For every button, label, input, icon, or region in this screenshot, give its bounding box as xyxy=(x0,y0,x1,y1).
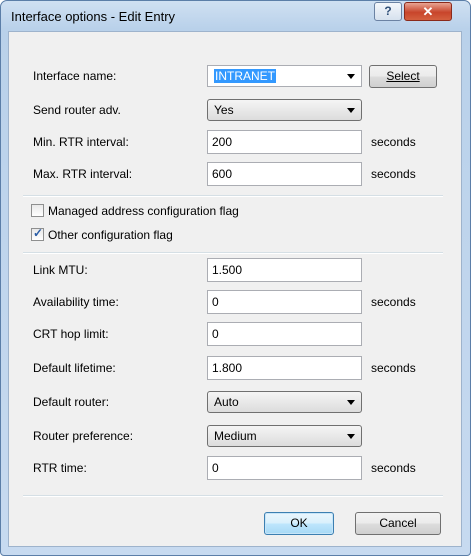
chevron-down-icon xyxy=(347,400,355,405)
send-router-adv-label: Send router adv. xyxy=(33,103,121,117)
router-preference-value: Medium xyxy=(214,429,257,443)
send-router-adv-select[interactable]: Yes xyxy=(207,99,362,121)
chevron-down-icon xyxy=(347,434,355,439)
default-router-select[interactable]: Auto xyxy=(207,391,362,413)
row-availability-time: Availability time: 0 seconds xyxy=(23,290,453,314)
ok-button[interactable]: OK xyxy=(264,512,334,535)
default-router-value: Auto xyxy=(214,395,239,409)
separator xyxy=(23,195,443,197)
router-preference-select[interactable]: Medium xyxy=(207,425,362,447)
other-flag-label: Other configuration flag xyxy=(48,228,173,242)
interface-name-label: Interface name: xyxy=(33,69,117,83)
send-router-adv-value: Yes xyxy=(214,103,234,117)
interface-name-combobox[interactable]: INTRANET xyxy=(207,65,362,87)
title-bar[interactable]: Interface options - Edit Entry ? ✕ xyxy=(1,1,470,31)
checkmark-icon: ✓ xyxy=(33,226,44,240)
max-rtr-interval-unit: seconds xyxy=(371,167,416,181)
default-lifetime-label: Default lifetime: xyxy=(33,361,116,375)
row-link-mtu: Link MTU: 1.500 xyxy=(23,258,453,282)
chevron-down-icon xyxy=(347,74,355,79)
rtr-time-label: RTR time: xyxy=(33,461,87,475)
link-mtu-input[interactable]: 1.500 xyxy=(207,258,362,282)
link-mtu-label: Link MTU: xyxy=(33,263,88,277)
help-icon: ? xyxy=(384,4,392,18)
dialog-client-area: Interface name: INTRANET Select Send rou… xyxy=(8,31,462,547)
min-rtr-interval-unit: seconds xyxy=(371,135,416,149)
separator xyxy=(23,252,443,254)
crt-hop-limit-input[interactable]: 0 xyxy=(207,322,362,346)
managed-flag-checkbox[interactable]: Managed address configuration flag xyxy=(23,202,323,220)
rtr-time-unit: seconds xyxy=(371,461,416,475)
interface-name-value: INTRANET xyxy=(214,69,276,83)
dialog-window: Interface options - Edit Entry ? ✕ Inter… xyxy=(0,0,471,556)
cancel-button[interactable]: Cancel xyxy=(355,512,441,535)
availability-time-unit: seconds xyxy=(371,295,416,309)
window-title: Interface options - Edit Entry xyxy=(11,9,176,24)
close-button[interactable]: ✕ xyxy=(404,2,452,21)
select-button[interactable]: Select xyxy=(369,65,437,88)
managed-flag-label: Managed address configuration flag xyxy=(48,204,239,218)
row-rtr-time: RTR time: 0 seconds xyxy=(23,456,453,480)
row-router-preference: Router preference: Medium xyxy=(23,424,453,448)
chevron-down-icon xyxy=(347,108,355,113)
select-button-label: Select xyxy=(386,69,420,83)
row-default-router: Default router: Auto xyxy=(23,390,453,414)
row-send-router-adv: Send router adv. Yes xyxy=(23,98,453,122)
availability-time-label: Availability time: xyxy=(33,295,119,309)
managed-flag-box[interactable] xyxy=(31,204,44,217)
help-button[interactable]: ? xyxy=(374,2,402,21)
crt-hop-limit-label: CRT hop limit: xyxy=(33,327,109,341)
other-flag-box[interactable]: ✓ xyxy=(31,226,44,241)
default-lifetime-unit: seconds xyxy=(371,361,416,375)
availability-time-input[interactable]: 0 xyxy=(207,290,362,314)
row-interface-name: Interface name: INTRANET Select xyxy=(23,64,453,88)
min-rtr-interval-input[interactable]: 200 xyxy=(207,130,362,154)
default-router-label: Default router: xyxy=(33,395,110,409)
row-crt-hop-limit: CRT hop limit: 0 xyxy=(23,322,453,346)
other-flag-checkbox[interactable]: ✓ Other configuration flag xyxy=(23,226,323,244)
max-rtr-interval-input[interactable]: 600 xyxy=(207,162,362,186)
min-rtr-interval-label: Min. RTR interval: xyxy=(33,135,129,149)
row-default-lifetime: Default lifetime: 1.800 seconds xyxy=(23,356,453,380)
router-preference-label: Router preference: xyxy=(33,429,134,443)
row-min-rtr-interval: Min. RTR interval: 200 seconds xyxy=(23,130,453,154)
default-lifetime-input[interactable]: 1.800 xyxy=(207,356,362,380)
max-rtr-interval-label: Max. RTR interval: xyxy=(33,167,133,181)
close-icon: ✕ xyxy=(422,4,434,19)
rtr-time-input[interactable]: 0 xyxy=(207,456,362,480)
separator xyxy=(23,495,443,497)
row-max-rtr-interval: Max. RTR interval: 600 seconds xyxy=(23,162,453,186)
